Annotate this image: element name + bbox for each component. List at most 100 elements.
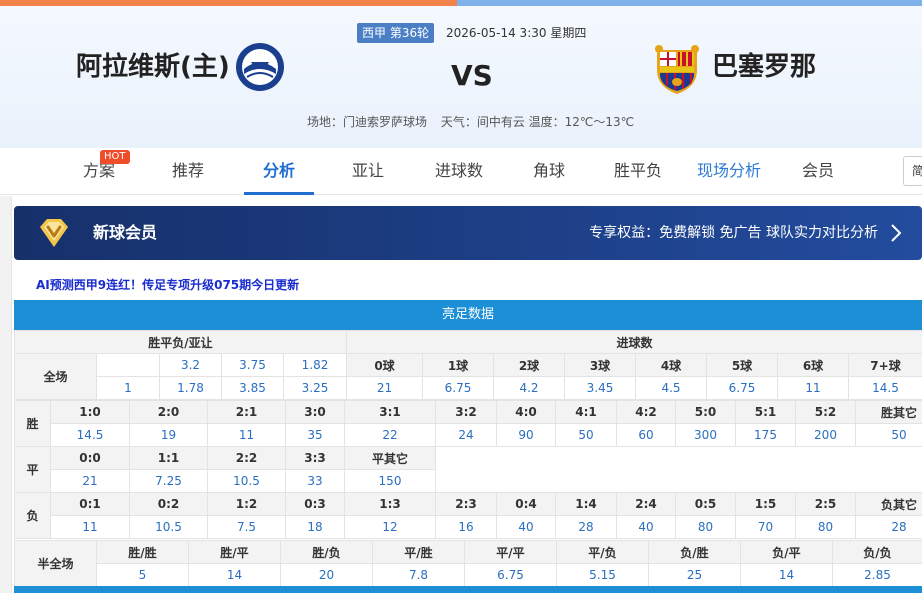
score-odds-cell[interactable]: 80 [675, 515, 736, 539]
goals-odds-cell[interactable]: 14.5 [847, 376, 922, 400]
away-team-name[interactable]: 巴塞罗那 [712, 49, 816, 85]
diamond-vip-icon [40, 219, 68, 247]
score-odds-cell[interactable]: 14.5 [50, 423, 130, 447]
score-odds-cell[interactable]: 175 [735, 423, 796, 447]
score-odds-cell[interactable]: 11 [207, 423, 286, 447]
tab-1x2[interactable]: 胜平负 [606, 148, 670, 195]
win-label: 胜 [14, 400, 51, 447]
half-full-head: 胜/平 [188, 540, 281, 564]
half-full-head: 平/平 [464, 540, 557, 564]
left-sidebar-strip [0, 196, 12, 593]
score-odds-cell[interactable]: 22 [344, 423, 436, 447]
tab-live-analysis[interactable]: 现场分析 [692, 148, 766, 195]
language-toggle-button[interactable]: 简 [903, 156, 922, 186]
half-full-odds-cell[interactable]: 14 [188, 563, 281, 587]
half-full-head: 负/胜 [648, 540, 741, 564]
score-odds-cell[interactable]: 28 [855, 515, 922, 539]
match-header: 西甲 第36轮 2026-05-14 3:30 星期四 阿拉维斯(主) VS 巴… [0, 6, 922, 148]
league-round-badge[interactable]: 西甲 第36轮 [357, 23, 435, 43]
goals-label: 1球 [422, 353, 494, 377]
tab-membership[interactable]: 会员 [794, 148, 842, 195]
score-odds-cell[interactable]: 70 [735, 515, 796, 539]
score-odds-cell[interactable]: 50 [855, 423, 922, 447]
score-odds-cell[interactable]: 7.25 [129, 469, 208, 493]
score-label: 1:1 [129, 446, 208, 470]
home-team-logo-icon[interactable] [235, 42, 285, 92]
score-label: 2:5 [795, 492, 856, 516]
promo-link[interactable]: AI预测西甲9连红！传足专项升级075期今日更新 [36, 276, 299, 294]
score-label: 0:3 [285, 492, 345, 516]
goals-odds-cell[interactable]: 6.75 [422, 376, 494, 400]
vip-banner[interactable]: 新球会员 专享权益：免费解锁 免广告 球队实力对比分析 [14, 206, 922, 260]
half-full-head: 平/胜 [372, 540, 465, 564]
score-odds-cell[interactable]: 21 [50, 469, 130, 493]
score-odds-cell[interactable]: 35 [285, 423, 345, 447]
half-full-odds-cell[interactable]: 6.75 [464, 563, 557, 587]
score-odds-cell[interactable]: 10.5 [129, 515, 208, 539]
score-odds-cell[interactable]: 80 [795, 515, 856, 539]
goals-odds-cell[interactable]: 11 [777, 376, 849, 400]
goals-odds-cell[interactable]: 3.45 [564, 376, 636, 400]
score-odds-cell[interactable]: 11 [50, 515, 130, 539]
correct-score-table: 胜 1:0 2:0 2:1 3:0 3:1 3:2 4:0 4:1 4:2 5:… [14, 400, 922, 539]
half-full-head: 胜/胜 [96, 540, 189, 564]
half-full-odds-cell[interactable]: 5 [96, 563, 189, 587]
header-1x2-handicap: 胜平负/亚让 [14, 330, 347, 354]
score-odds-cell[interactable]: 10.5 [207, 469, 286, 493]
odds-cell[interactable]: 1 [96, 376, 160, 400]
half-full-odds-cell[interactable]: 20 [280, 563, 373, 587]
odds-cell[interactable]: 1.82 [283, 353, 347, 377]
score-odds-cell[interactable]: 40 [496, 515, 556, 539]
tab-analysis[interactable]: 分析 [244, 148, 314, 195]
empty-cell [435, 469, 922, 493]
half-full-odds-cell[interactable]: 25 [648, 563, 741, 587]
odds-cell[interactable]: 1.78 [159, 376, 222, 400]
odds-cell[interactable] [96, 353, 160, 377]
goals-label: 4球 [635, 353, 707, 377]
score-odds-cell[interactable]: 24 [435, 423, 497, 447]
goals-odds-cell[interactable]: 6.75 [706, 376, 778, 400]
chevron-right-icon [891, 224, 902, 242]
odds-cell[interactable]: 3.75 [221, 353, 284, 377]
score-odds-cell[interactable]: 33 [285, 469, 345, 493]
tab-asian-handicap[interactable]: 亚让 [344, 148, 392, 195]
score-odds-cell[interactable]: 19 [129, 423, 208, 447]
score-odds-cell[interactable]: 60 [616, 423, 676, 447]
tab-goals[interactable]: 进球数 [428, 148, 490, 195]
empty-cell [435, 446, 922, 470]
lose-label: 负 [14, 492, 51, 539]
score-odds-cell[interactable]: 300 [675, 423, 736, 447]
goals-label: 2球 [493, 353, 565, 377]
score-odds-cell[interactable]: 40 [616, 515, 676, 539]
odds-cell[interactable]: 3.2 [159, 353, 222, 377]
score-odds-cell[interactable]: 150 [344, 469, 436, 493]
score-odds-cell[interactable]: 28 [555, 515, 617, 539]
goals-odds-cell[interactable]: 4.5 [635, 376, 707, 400]
half-full-odds-cell[interactable]: 5.15 [556, 563, 649, 587]
score-label: 0:5 [675, 492, 736, 516]
score-odds-cell[interactable]: 18 [285, 515, 345, 539]
half-full-odds-cell[interactable]: 14 [740, 563, 833, 587]
tab-corners[interactable]: 角球 [525, 148, 573, 195]
score-odds-cell[interactable]: 90 [496, 423, 556, 447]
odds-cell[interactable]: 3.25 [283, 376, 347, 400]
tab-label: 会员 [801, 161, 834, 180]
tab-recommend[interactable]: 推荐 [164, 148, 212, 195]
away-team-logo-icon[interactable] [652, 40, 702, 96]
score-label: 0:4 [496, 492, 556, 516]
score-odds-cell[interactable]: 7.5 [207, 515, 286, 539]
goals-odds-cell[interactable]: 21 [346, 376, 423, 400]
half-full-odds-cell[interactable]: 2.85 [832, 563, 922, 587]
score-odds-cell[interactable]: 200 [795, 423, 856, 447]
venue-weather-line: 场地：门迪索罗萨球场 天气：间中有云 温度：12℃～13℃ [307, 113, 644, 131]
home-team-name[interactable]: 阿拉维斯(主) [76, 49, 230, 85]
score-odds-cell[interactable]: 50 [555, 423, 617, 447]
score-label: 2:1 [207, 400, 286, 424]
score-label: 4:2 [616, 400, 676, 424]
odds-cell[interactable]: 3.85 [221, 376, 284, 400]
score-odds-cell[interactable]: 12 [344, 515, 436, 539]
tab-nav: 方案 HOT 推荐 分析 亚让 进球数 角球 胜平负 现场分析 会员 简 [0, 148, 922, 195]
goals-odds-cell[interactable]: 4.2 [493, 376, 565, 400]
half-full-odds-cell[interactable]: 7.8 [372, 563, 465, 587]
score-odds-cell[interactable]: 16 [435, 515, 497, 539]
